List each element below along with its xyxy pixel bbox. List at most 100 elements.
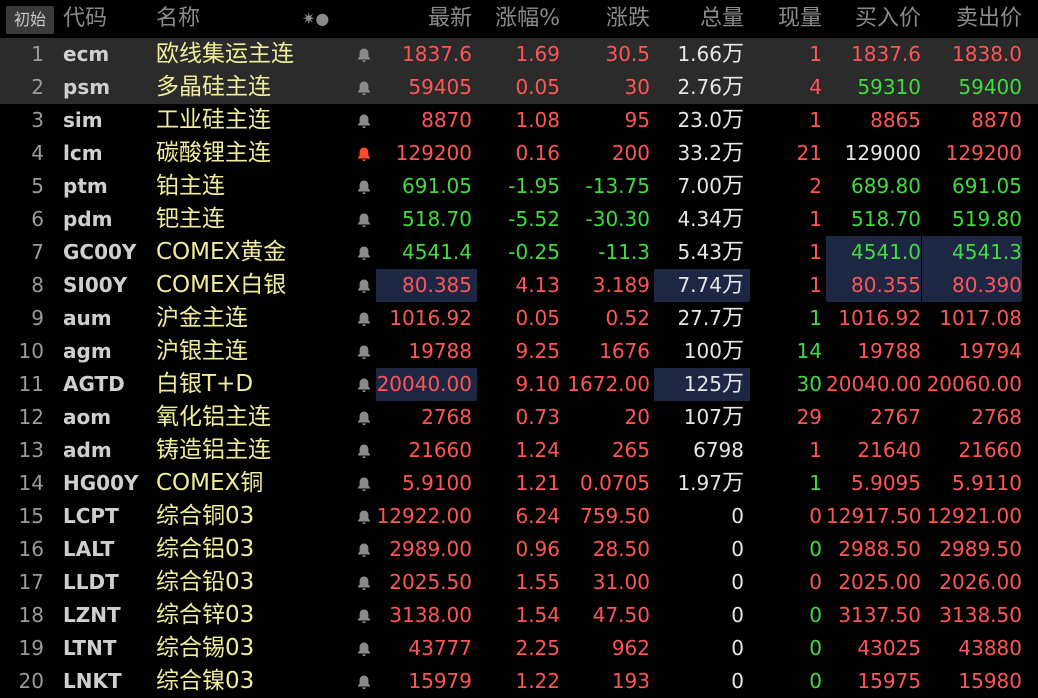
last-price: 8870 — [421, 108, 472, 132]
table-row[interactable]: 18 LZNT 综合锌03 3138.00 1.54 47.50 0 0 313… — [0, 599, 1038, 632]
header-name[interactable]: 名称 — [156, 2, 200, 36]
table-row[interactable]: 1 ecm 欧线集运主连 1837.6 1.69 30.5 1.66万 1 18… — [0, 38, 1038, 71]
last-price: 21660 — [408, 438, 472, 462]
table-row[interactable]: 13 adm 铸造铝主连 21660 1.24 265 6798 1 21640… — [0, 434, 1038, 467]
header-last[interactable]: 最新 — [376, 2, 472, 36]
row-index: 13 — [18, 438, 44, 462]
table-row[interactable]: 9 aum 沪金主连 1016.92 0.05 0.52 27.7万 1 101… — [0, 302, 1038, 335]
bell-icon[interactable] — [352, 71, 376, 104]
header-chg[interactable]: 涨跌 — [560, 2, 650, 36]
current-volume: 1 — [809, 438, 822, 462]
change-amount: 1676 — [599, 339, 650, 363]
bid-price: 1016.92 — [838, 306, 921, 330]
row-code: LTNT — [63, 636, 117, 660]
bell-icon[interactable] — [352, 38, 376, 71]
quote-table: 初始 代码 名称 ✷● 最新 涨幅% 涨跌 总量 现量 买入价 卖出价 1 ec… — [0, 0, 1038, 694]
ask-price: 129200 — [945, 141, 1022, 165]
table-row[interactable]: 10 agm 沪银主连 19788 9.25 1676 100万 14 1978… — [0, 335, 1038, 368]
row-code: AGTD — [63, 372, 125, 396]
table-row[interactable]: 7 GC00Y COMEX黄金 4541.4 -0.25 -11.3 5.43万… — [0, 236, 1038, 269]
table-row[interactable]: 17 LLDT 综合铅03 2025.50 1.55 31.00 0 0 202… — [0, 566, 1038, 599]
header-code[interactable]: 代码 — [63, 2, 107, 36]
header-cur[interactable]: 现量 — [750, 2, 822, 36]
row-name: COMEX黄金 — [156, 239, 287, 265]
table-row[interactable]: 6 pdm 钯主连 518.70 -5.52 -30.30 4.34万 1 51… — [0, 203, 1038, 236]
current-volume: 1 — [809, 108, 822, 132]
row-name: COMEX白银 — [156, 272, 287, 298]
table-row[interactable]: 19 LTNT 综合锡03 43777 2.25 962 0 0 43025 4… — [0, 632, 1038, 665]
bell-icon[interactable] — [352, 632, 376, 665]
change-amount: 20 — [624, 405, 650, 429]
current-volume: 4 — [809, 75, 822, 99]
volume-unit: 万 — [721, 174, 744, 199]
ask-price: 691.05 — [952, 174, 1022, 198]
bell-icon[interactable] — [352, 302, 376, 335]
change-percent: 0.96 — [515, 537, 560, 561]
last-price: 59405 — [408, 75, 472, 99]
bell-icon[interactable] — [352, 599, 376, 632]
row-name: 工业硅主连 — [156, 107, 271, 133]
table-row[interactable]: 2 psm 多晶硅主连 59405 0.05 30 2.76万 4 59310 … — [0, 71, 1038, 104]
header-ask[interactable]: 卖出价 — [922, 2, 1022, 36]
bell-icon[interactable] — [352, 434, 376, 467]
current-volume: 0 — [809, 537, 822, 561]
bell-icon[interactable] — [352, 170, 376, 203]
ask-price: 21660 — [958, 438, 1022, 462]
volume-value: 1.66 — [677, 42, 722, 66]
bell-icon[interactable] — [352, 269, 376, 302]
ask-price: 519.80 — [952, 207, 1022, 231]
bell-icon[interactable] — [352, 665, 376, 698]
table-row[interactable]: 12 aom 氧化铝主连 2768 0.73 20 107万 29 2767 2… — [0, 401, 1038, 434]
header-bid[interactable]: 买入价 — [826, 2, 921, 36]
change-percent: 1.69 — [515, 42, 560, 66]
ask-price: 20060.00 — [926, 372, 1022, 396]
bell-icon[interactable] — [352, 500, 376, 533]
table-row[interactable]: 14 HG00Y COMEX铜 5.9100 1.21 0.0705 1.97万… — [0, 467, 1038, 500]
volume-value: 33.2 — [677, 141, 722, 165]
table-row[interactable]: 16 LALT 综合铝03 2989.00 0.96 28.50 0 0 298… — [0, 533, 1038, 566]
change-percent: 6.24 — [515, 504, 560, 528]
change-amount: 200 — [611, 141, 650, 165]
change-amount: 95 — [624, 108, 650, 132]
header-star-toggle[interactable]: ✷● — [302, 2, 329, 36]
bell-icon[interactable] — [352, 401, 376, 434]
header-vol[interactable]: 总量 — [654, 2, 744, 36]
table-row[interactable]: 20 LNKT 综合镍03 15979 1.22 193 0 0 15975 1… — [0, 665, 1038, 698]
change-percent: -1.95 — [508, 174, 560, 198]
bell-icon[interactable] — [352, 335, 376, 368]
total-volume: 4.34万 — [654, 203, 750, 236]
last-price: 1016.92 — [389, 306, 472, 330]
table-row[interactable]: 15 LCPT 综合铜03 12922.00 6.24 759.50 0 0 1… — [0, 500, 1038, 533]
current-volume: 29 — [796, 405, 822, 429]
bell-icon[interactable] — [352, 104, 376, 137]
current-volume: 0 — [809, 636, 822, 660]
volume-value: 7.00 — [677, 174, 722, 198]
bell-icon[interactable] — [352, 566, 376, 599]
header-pct[interactable]: 涨幅% — [480, 2, 560, 36]
bell-icon[interactable] — [352, 203, 376, 236]
current-volume: 1 — [809, 207, 822, 231]
bell-icon[interactable] — [352, 467, 376, 500]
row-code: adm — [63, 438, 112, 462]
bell-icon[interactable] — [352, 368, 376, 401]
table-row[interactable]: 5 ptm 铂主连 691.05 -1.95 -13.75 7.00万 2 68… — [0, 170, 1038, 203]
row-name: 综合铅03 — [156, 569, 255, 595]
bell-alert-icon[interactable] — [352, 137, 376, 170]
row-name: COMEX铜 — [156, 470, 264, 496]
last-price: 80.385 — [376, 269, 477, 302]
table-row[interactable]: 4 lcm 碳酸锂主连 129200 0.16 200 33.2万 21 129… — [0, 137, 1038, 170]
volume-unit: 万 — [721, 471, 744, 496]
table-row[interactable]: 8 SI00Y COMEX白银 80.385 4.13 3.189 7.74万 … — [0, 269, 1038, 302]
table-row[interactable]: 3 sim 工业硅主连 8870 1.08 95 23.0万 1 8865 88… — [0, 104, 1038, 137]
change-percent: 1.21 — [515, 471, 560, 495]
current-volume: 0 — [809, 504, 822, 528]
bid-price: 4541.0 — [826, 236, 921, 269]
bell-icon[interactable] — [352, 533, 376, 566]
reset-button[interactable]: 初始 — [6, 6, 54, 34]
bell-icon[interactable] — [352, 236, 376, 269]
volume-unit: 万 — [721, 339, 744, 364]
bid-price: 689.80 — [851, 174, 921, 198]
ask-price: 4541.3 — [922, 236, 1022, 269]
change-amount: 0.0705 — [580, 471, 650, 495]
table-row[interactable]: 11 AGTD 白银T+D 20040.00 9.10 1672.00 125万… — [0, 368, 1038, 401]
